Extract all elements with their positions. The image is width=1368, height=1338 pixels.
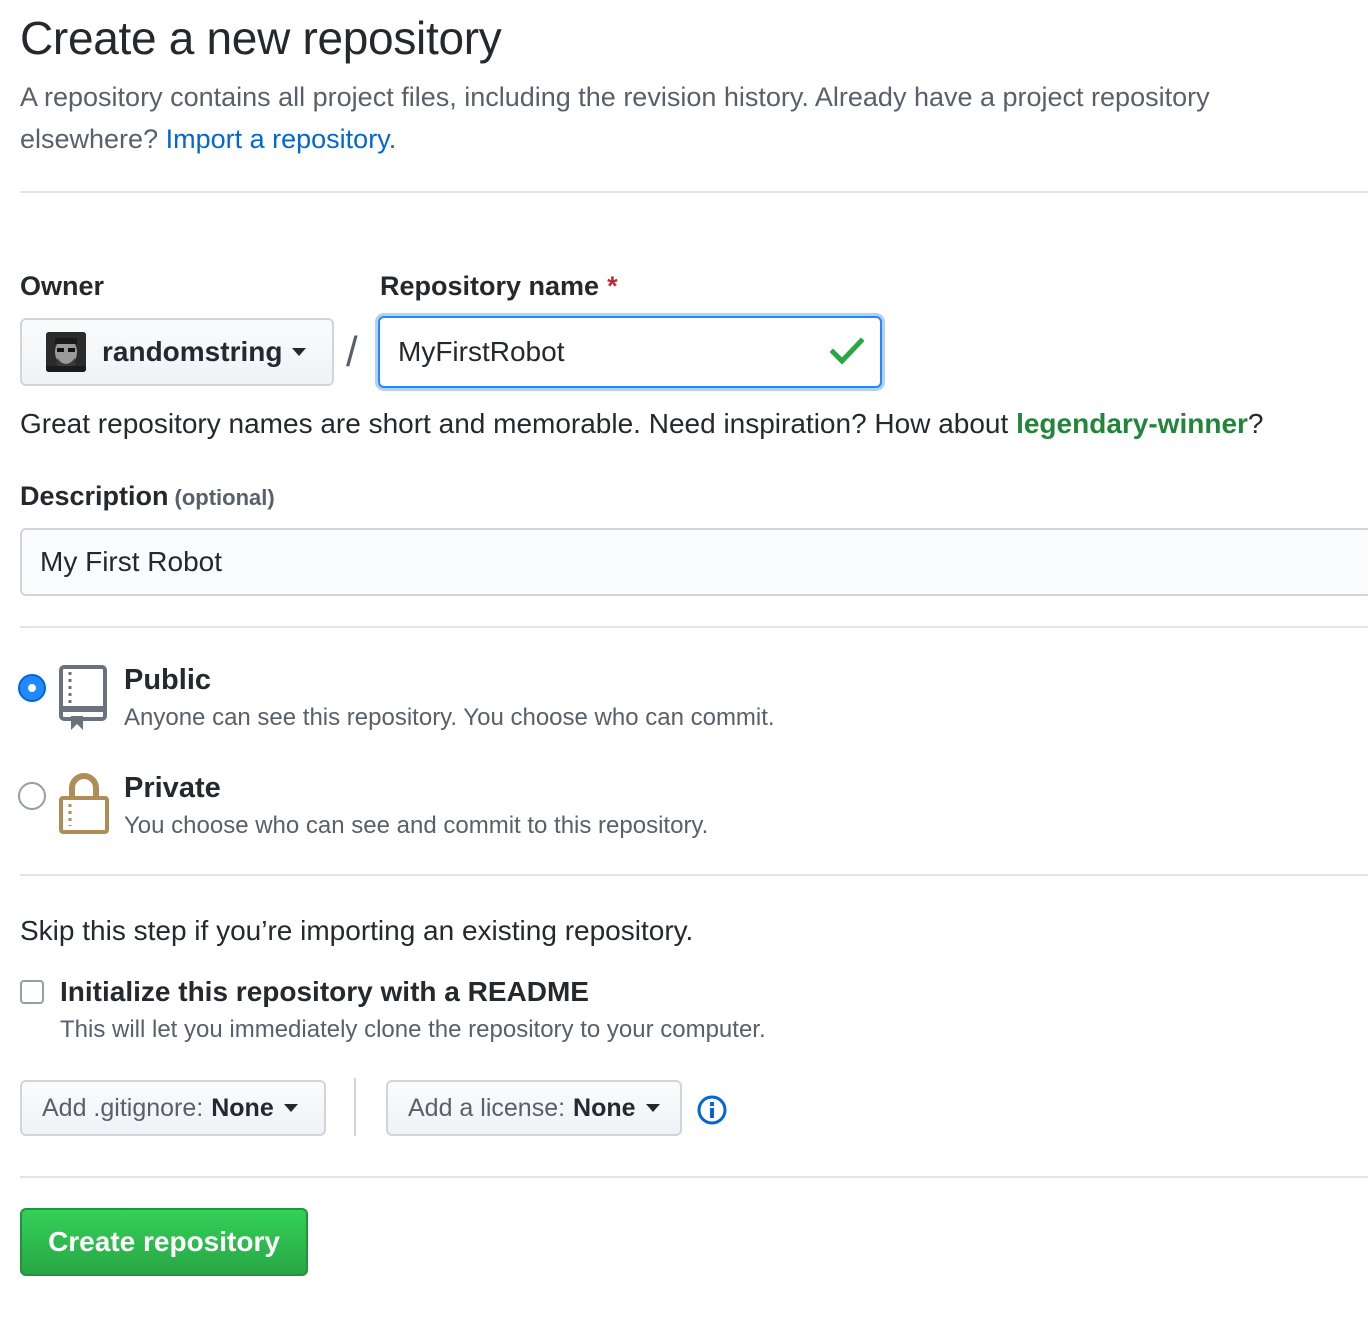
description-label-text: Description <box>20 481 169 511</box>
hint-prefix: Great repository names are short and mem… <box>20 408 1009 439</box>
readme-checkbox[interactable] <box>20 980 44 1004</box>
check-icon <box>830 337 864 365</box>
license-value: None <box>573 1093 636 1122</box>
skip-note: Skip this step if you’re importing an ex… <box>20 915 694 946</box>
required-mark: * <box>607 271 618 301</box>
description-value: My First Robot <box>40 546 223 577</box>
public-radio[interactable] <box>18 674 46 702</box>
caret-down-icon <box>645 1104 660 1112</box>
import-repository-link[interactable]: Import a repository. <box>166 124 397 154</box>
info-icon[interactable] <box>696 1094 728 1126</box>
readme-description: This will let you immediately clone the … <box>60 1016 766 1043</box>
description-label: Description (optional) <box>20 480 275 514</box>
repository-name-input[interactable]: MyFirstRobot <box>378 316 882 388</box>
hint-suffix: ? <box>1247 408 1264 439</box>
private-radio[interactable] <box>18 782 46 810</box>
readme-title: Initialize this repository with a README <box>60 976 589 1007</box>
private-title: Private <box>124 772 221 804</box>
create-repository-button[interactable]: Create repository <box>20 1208 308 1276</box>
name-suggestion[interactable]: legendary-winner <box>1016 408 1248 439</box>
license-select-button[interactable]: Add a license: None <box>386 1080 682 1136</box>
divider <box>20 1176 1368 1178</box>
gitignore-select-button[interactable]: Add .gitignore: None <box>20 1080 326 1136</box>
page-title: Create a new repository <box>20 12 502 64</box>
caret-down-icon <box>283 1104 298 1112</box>
license-label: Add a license: <box>408 1093 566 1122</box>
repository-name-value: MyFirstRobot <box>398 336 565 367</box>
caret-down-icon <box>292 348 307 356</box>
owner-repo-separator: / <box>346 328 358 375</box>
lock-icon <box>59 773 109 834</box>
name-hint: Great repository names are short and mem… <box>20 404 1264 444</box>
gitignore-label: Add .gitignore: <box>42 1093 204 1122</box>
owner-value: randomstring <box>102 336 283 367</box>
repo-book-icon <box>59 665 107 730</box>
divider <box>20 874 1368 876</box>
repo-name-label-text: Repository name <box>380 271 600 301</box>
divider <box>20 191 1368 193</box>
owner-select-button[interactable]: randomstring <box>20 318 334 386</box>
public-title: Public <box>124 664 212 696</box>
avatar <box>46 332 86 372</box>
page-subtitle: A repository contains all project files,… <box>20 76 1340 160</box>
avatar-image <box>46 332 86 372</box>
gitignore-value: None <box>211 1093 274 1122</box>
vertical-divider <box>354 1078 356 1136</box>
description-input[interactable]: My First Robot <box>20 528 1368 596</box>
optional-note: (optional) <box>174 485 275 510</box>
public-description: Anyone can see this repository. You choo… <box>124 704 775 731</box>
repo-name-label: Repository name * <box>380 270 618 302</box>
divider <box>20 626 1368 628</box>
owner-label: Owner <box>20 271 105 301</box>
private-description: You choose who can see and commit to thi… <box>124 812 709 839</box>
